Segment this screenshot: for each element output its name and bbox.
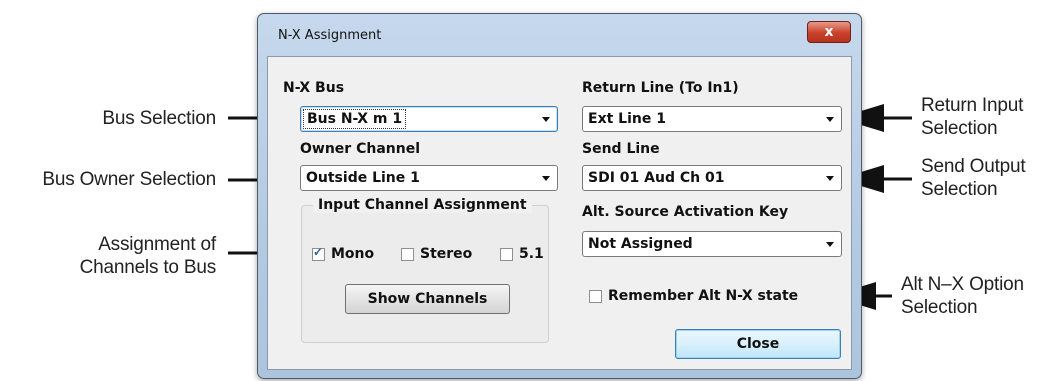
- input-channel-group-title: Input Channel Assignment: [313, 197, 532, 213]
- nx-bus-value: Bus N-X m 1: [303, 109, 407, 129]
- show-channels-button[interactable]: Show Channels: [345, 284, 510, 314]
- alt-key-value: Not Assigned: [588, 236, 693, 252]
- close-x-icon: x: [824, 24, 834, 40]
- surround-label: 5.1: [519, 246, 544, 262]
- owner-channel-label: Owner Channel: [300, 141, 420, 157]
- alt-key-label: Alt. Source Activation Key: [582, 204, 789, 220]
- chevron-down-icon: [826, 176, 834, 181]
- chevron-down-icon: [826, 117, 834, 122]
- owner-channel-value: Outside Line 1: [306, 170, 420, 186]
- stereo-checkbox[interactable]: [401, 248, 414, 261]
- return-line-value: Ext Line 1: [588, 111, 666, 127]
- surround-checkbox[interactable]: [500, 248, 513, 261]
- remember-alt-label: Remember Alt N-X state: [608, 288, 799, 304]
- mono-checkbox[interactable]: [312, 245, 325, 261]
- dialog-client-area: N-X Bus Bus N-X m 1 Owner Channel Outsid…: [267, 56, 852, 370]
- send-line-value: SDI 01 Aud Ch 01: [588, 170, 725, 186]
- chevron-down-icon: [542, 117, 550, 122]
- remember-alt-checkbox[interactable]: [589, 290, 602, 303]
- input-channel-groupbox: [301, 205, 549, 343]
- close-button[interactable]: Close: [675, 329, 841, 359]
- return-line-label: Return Line (To In1): [582, 80, 739, 96]
- send-line-select[interactable]: SDI 01 Aud Ch 01: [582, 165, 842, 191]
- dialog-window: N-X Assignment x N-X Bus Bus N-X m 1 Own…: [257, 13, 862, 379]
- send-line-label: Send Line: [582, 141, 660, 157]
- nx-bus-select[interactable]: Bus N-X m 1: [300, 106, 558, 132]
- alt-key-select[interactable]: Not Assigned: [582, 231, 842, 257]
- owner-channel-select[interactable]: Outside Line 1: [300, 165, 558, 191]
- nx-bus-label: N-X Bus: [283, 80, 345, 96]
- mono-label: Mono: [331, 246, 375, 262]
- window-title: N-X Assignment: [278, 28, 382, 43]
- stereo-label: Stereo: [420, 246, 473, 262]
- chevron-down-icon: [542, 176, 550, 181]
- return-line-select[interactable]: Ext Line 1: [582, 106, 842, 132]
- chevron-down-icon: [826, 242, 834, 247]
- window-close-button[interactable]: x: [807, 21, 851, 43]
